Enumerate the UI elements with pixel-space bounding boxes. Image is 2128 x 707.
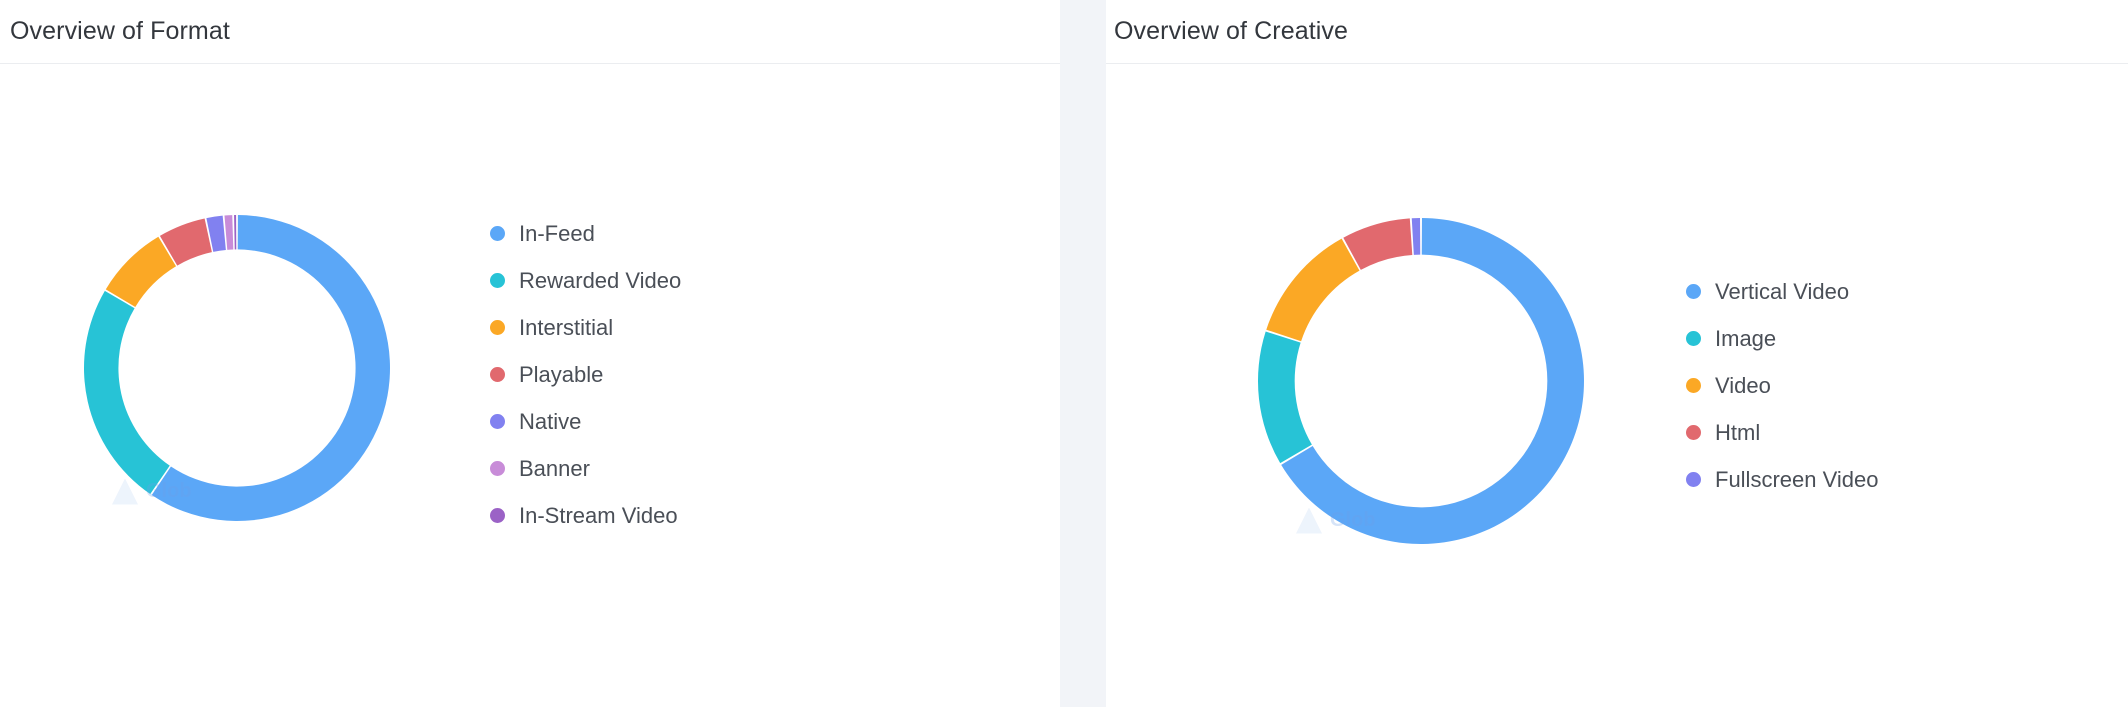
donut-segment[interactable] [1266, 238, 1360, 341]
donut-segment[interactable] [224, 214, 234, 250]
donut-segment[interactable] [234, 214, 237, 249]
legend-item-label: Playable [519, 361, 604, 387]
legend-color-dot-icon [1686, 425, 1701, 440]
legend-item[interactable]: Fullscreen Video [1686, 456, 1878, 503]
legend-color-dot-icon [1686, 331, 1701, 346]
legend-item-label: Interstitial [519, 314, 614, 340]
legend-item[interactable]: In-Feed [490, 210, 681, 257]
legend-item[interactable]: Video [1686, 362, 1878, 409]
legend-item-label: Html [1715, 419, 1761, 445]
donut-segment[interactable] [84, 290, 170, 494]
format-legend[interactable]: In-Feed Rewarded Video Interstitial Playabl… [490, 210, 681, 539]
donut-segment[interactable] [105, 236, 177, 307]
donut-segment[interactable] [1411, 217, 1421, 255]
legend-item-label: Rewarded Video [519, 267, 682, 293]
format-panel-header: Overview of Format [0, 0, 1060, 64]
legend-item-label: Vertical Video [1715, 278, 1850, 304]
format-overview-panel: Overview of Format Glob In-Feed Rewarded … [0, 0, 1060, 707]
legend-item[interactable]: Banner [490, 445, 681, 492]
panel-divider [1060, 0, 1106, 707]
legend-item[interactable]: Playable [490, 351, 681, 398]
format-panel-body: Glob In-Feed Rewarded Video Interstitial Pl… [0, 64, 1060, 707]
legend-item-label: Native [519, 408, 582, 434]
donut-segment[interactable] [151, 214, 390, 521]
legend-item[interactable]: Native [490, 398, 681, 445]
legend-item-label: Fullscreen Video [1715, 466, 1879, 492]
legend-item-label: In-Feed [519, 220, 595, 246]
creative-overview-panel: Overview of Creative Glob Vertical Video… [1106, 0, 2128, 707]
legend-color-dot-icon [490, 320, 505, 335]
legend-color-dot-icon [490, 414, 505, 429]
donut-segment[interactable] [1258, 331, 1312, 463]
legend-item[interactable]: Image [1686, 315, 1878, 362]
legend-item-label: Video [1715, 372, 1771, 398]
creative-donut-chart[interactable]: Glob [1256, 216, 1586, 546]
legend-item[interactable]: Vertical Video [1686, 268, 1878, 315]
legend-item-label: Image [1715, 325, 1777, 351]
legend-item-label: Banner [519, 455, 590, 481]
legend-item-label: In-Stream Video [519, 502, 678, 528]
format-donut-chart[interactable]: Glob [82, 213, 392, 523]
creative-legend[interactable]: Vertical Video Image Video Html Fullscreen V… [1686, 268, 1878, 503]
legend-item[interactable]: Interstitial [490, 304, 681, 351]
legend-item[interactable]: Rewarded Video [490, 257, 681, 304]
legend-color-dot-icon [490, 461, 505, 476]
creative-panel-body: Glob Vertical Video Image Video Html Fullscr… [1106, 64, 2128, 707]
legend-color-dot-icon [1686, 472, 1701, 487]
page-title: Overview of Format [10, 17, 230, 45]
legend-color-dot-icon [1686, 284, 1701, 299]
legend-color-dot-icon [490, 367, 505, 382]
legend-color-dot-icon [490, 226, 505, 241]
format-donut-svg[interactable] [82, 213, 392, 523]
legend-color-dot-icon [490, 273, 505, 288]
legend-item[interactable]: Html [1686, 409, 1878, 456]
legend-color-dot-icon [490, 508, 505, 523]
creative-panel-header: Overview of Creative [1106, 0, 2128, 64]
page-title-secondary: Overview of Creative [1114, 17, 1349, 45]
legend-item[interactable]: In-Stream Video [490, 492, 681, 539]
creative-donut-svg[interactable] [1256, 216, 1586, 546]
legend-color-dot-icon [1686, 378, 1701, 393]
dashboard-root: Overview of Format Glob In-Feed Rewarded … [0, 0, 2128, 707]
